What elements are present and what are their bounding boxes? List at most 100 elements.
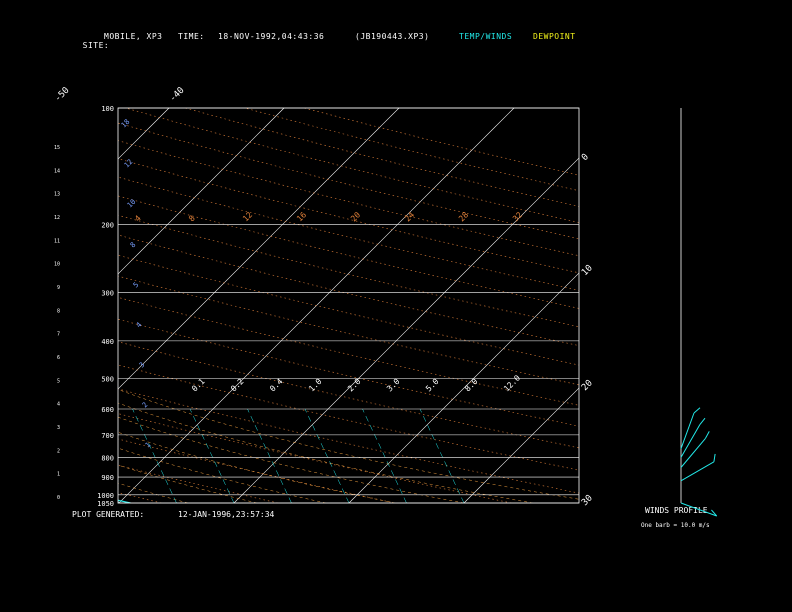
dry-adiabat-label: 28 [457, 210, 470, 223]
height-km-label: 14 [54, 168, 60, 174]
pressure-label: 300 [101, 290, 114, 298]
dry-adiabat-label: 32 [511, 210, 524, 223]
dry-adiabat [118, 195, 579, 309]
dry-adiabat [118, 297, 579, 406]
wind-barb-shaft [680, 412, 695, 449]
pressure-label: 500 [101, 375, 114, 383]
dry-adiabat [304, 108, 579, 176]
pressure-label: 200 [101, 221, 114, 229]
mixing-ratio-label: 0.1 [190, 377, 207, 394]
dry-adiabat [118, 275, 579, 386]
height-km-label: 3 [57, 425, 60, 431]
height-km-label: 13 [54, 192, 60, 198]
height-km-label: 6 [57, 355, 60, 361]
wind-barb-flag [704, 431, 710, 439]
wind-barb-flag [699, 417, 706, 425]
dry-adiabat-label: 16 [295, 210, 308, 223]
moist-adiabat-label: 5 [132, 281, 141, 290]
dry-adiabat [118, 465, 279, 503]
dry-adiabat [118, 140, 579, 257]
moist-adiabat [118, 464, 258, 503]
height-km-label: 9 [57, 285, 60, 291]
dry-adiabat [118, 254, 579, 366]
moist-adiabat-label: 4 [135, 321, 144, 330]
pressure-label: 1050 [97, 500, 114, 508]
wind-barb-shaft [680, 461, 715, 482]
height-km-label: 4 [57, 402, 60, 408]
isotherm-line [118, 108, 400, 390]
isotherm-line [348, 272, 579, 503]
mixing-ratio-line [132, 408, 177, 503]
mixing-ratio-line [362, 408, 407, 503]
pressure-label: 700 [101, 432, 114, 440]
height-km-label: 2 [57, 448, 60, 454]
mixing-ratio-label: 12.0 [502, 373, 522, 393]
dry-adiabat [118, 364, 579, 471]
mixing-ratio-label: 3.0 [385, 377, 402, 394]
wind-barb-shaft [680, 502, 717, 517]
pressure-label: 400 [101, 338, 114, 346]
dry-adiabat [125, 108, 579, 223]
height-km-label: 15 [54, 145, 60, 151]
mixing-ratio-line [189, 408, 235, 503]
moist-adiabat-label: 8 [129, 241, 138, 250]
isotherm-line [0, 108, 54, 503]
pressure-label: 800 [101, 454, 114, 462]
mixing-ratio-line [247, 408, 292, 503]
mixing-ratio-label: 1.0 [307, 377, 324, 394]
mixing-ratio-line [0, 409, 4, 503]
isotherm-right-label: 20 [580, 378, 595, 393]
dry-adiabat [118, 214, 579, 328]
isotherm-top-label: -50 [53, 86, 72, 105]
mixing-ratio-line [18, 409, 62, 503]
moist-adiabat-label: 12 [123, 158, 135, 170]
mixing-ratio-line [304, 408, 350, 503]
pressure-label: 900 [101, 474, 114, 482]
moist-adiabat [118, 447, 327, 503]
isotherm-line [233, 157, 579, 503]
mixing-ratio-line [419, 408, 465, 503]
moist-adiabat-label: 10 [126, 198, 138, 210]
height-km-label: 11 [54, 238, 60, 244]
dry-adiabat [118, 413, 512, 503]
isotherm-line [578, 502, 579, 503]
wind-barb-flag [713, 453, 716, 462]
plot-frame [117, 107, 580, 504]
isotherm-top-label: -40 [168, 86, 187, 105]
dry-adiabat [118, 176, 579, 291]
mixing-ratio-label: 8.0 [463, 377, 480, 394]
dry-adiabat-label: 20 [349, 210, 362, 223]
isotherm-line [463, 387, 579, 503]
mixing-ratio-label: 2.0 [346, 377, 363, 394]
dry-adiabat [118, 158, 579, 274]
plot-area [0, 108, 579, 503]
height-km-label: 10 [54, 262, 60, 268]
isotherm-right-label: 10 [580, 263, 595, 278]
moist-adiabat [118, 402, 534, 503]
height-km-label: 7 [57, 332, 60, 338]
moist-adiabat [118, 482, 189, 503]
dewpoint-trace [0, 477, 73, 503]
moist-adiabat [118, 389, 579, 500]
dry-adiabat-label: 8 [187, 214, 197, 224]
isotherm-right-label: 0 [580, 152, 591, 163]
dry-adiabat-label: 4 [133, 214, 143, 224]
dry-adiabat [118, 438, 395, 503]
wind-barb-shaft [680, 438, 706, 468]
dry-adiabat [118, 318, 579, 427]
pressure-label: 600 [101, 406, 114, 414]
moist-adiabat-label: 18 [120, 118, 132, 130]
height-km-label: 12 [54, 215, 60, 221]
moist-adiabat-label: 2 [141, 401, 150, 410]
dry-adiabat [118, 341, 579, 449]
mixing-ratio-label: 0.4 [268, 377, 285, 394]
dry-adiabat-label: 24 [403, 210, 416, 223]
dry-adiabat-label: 12 [241, 210, 254, 223]
dry-adiabat [118, 388, 579, 494]
height-km-label: 5 [57, 378, 60, 384]
isotherm-right-label: 30 [580, 493, 595, 508]
isotherm-line [118, 108, 285, 275]
mixing-ratio-label: 0.2 [229, 377, 246, 394]
pressure-label: 1000 [97, 492, 114, 500]
height-km-label: 1 [57, 472, 60, 478]
